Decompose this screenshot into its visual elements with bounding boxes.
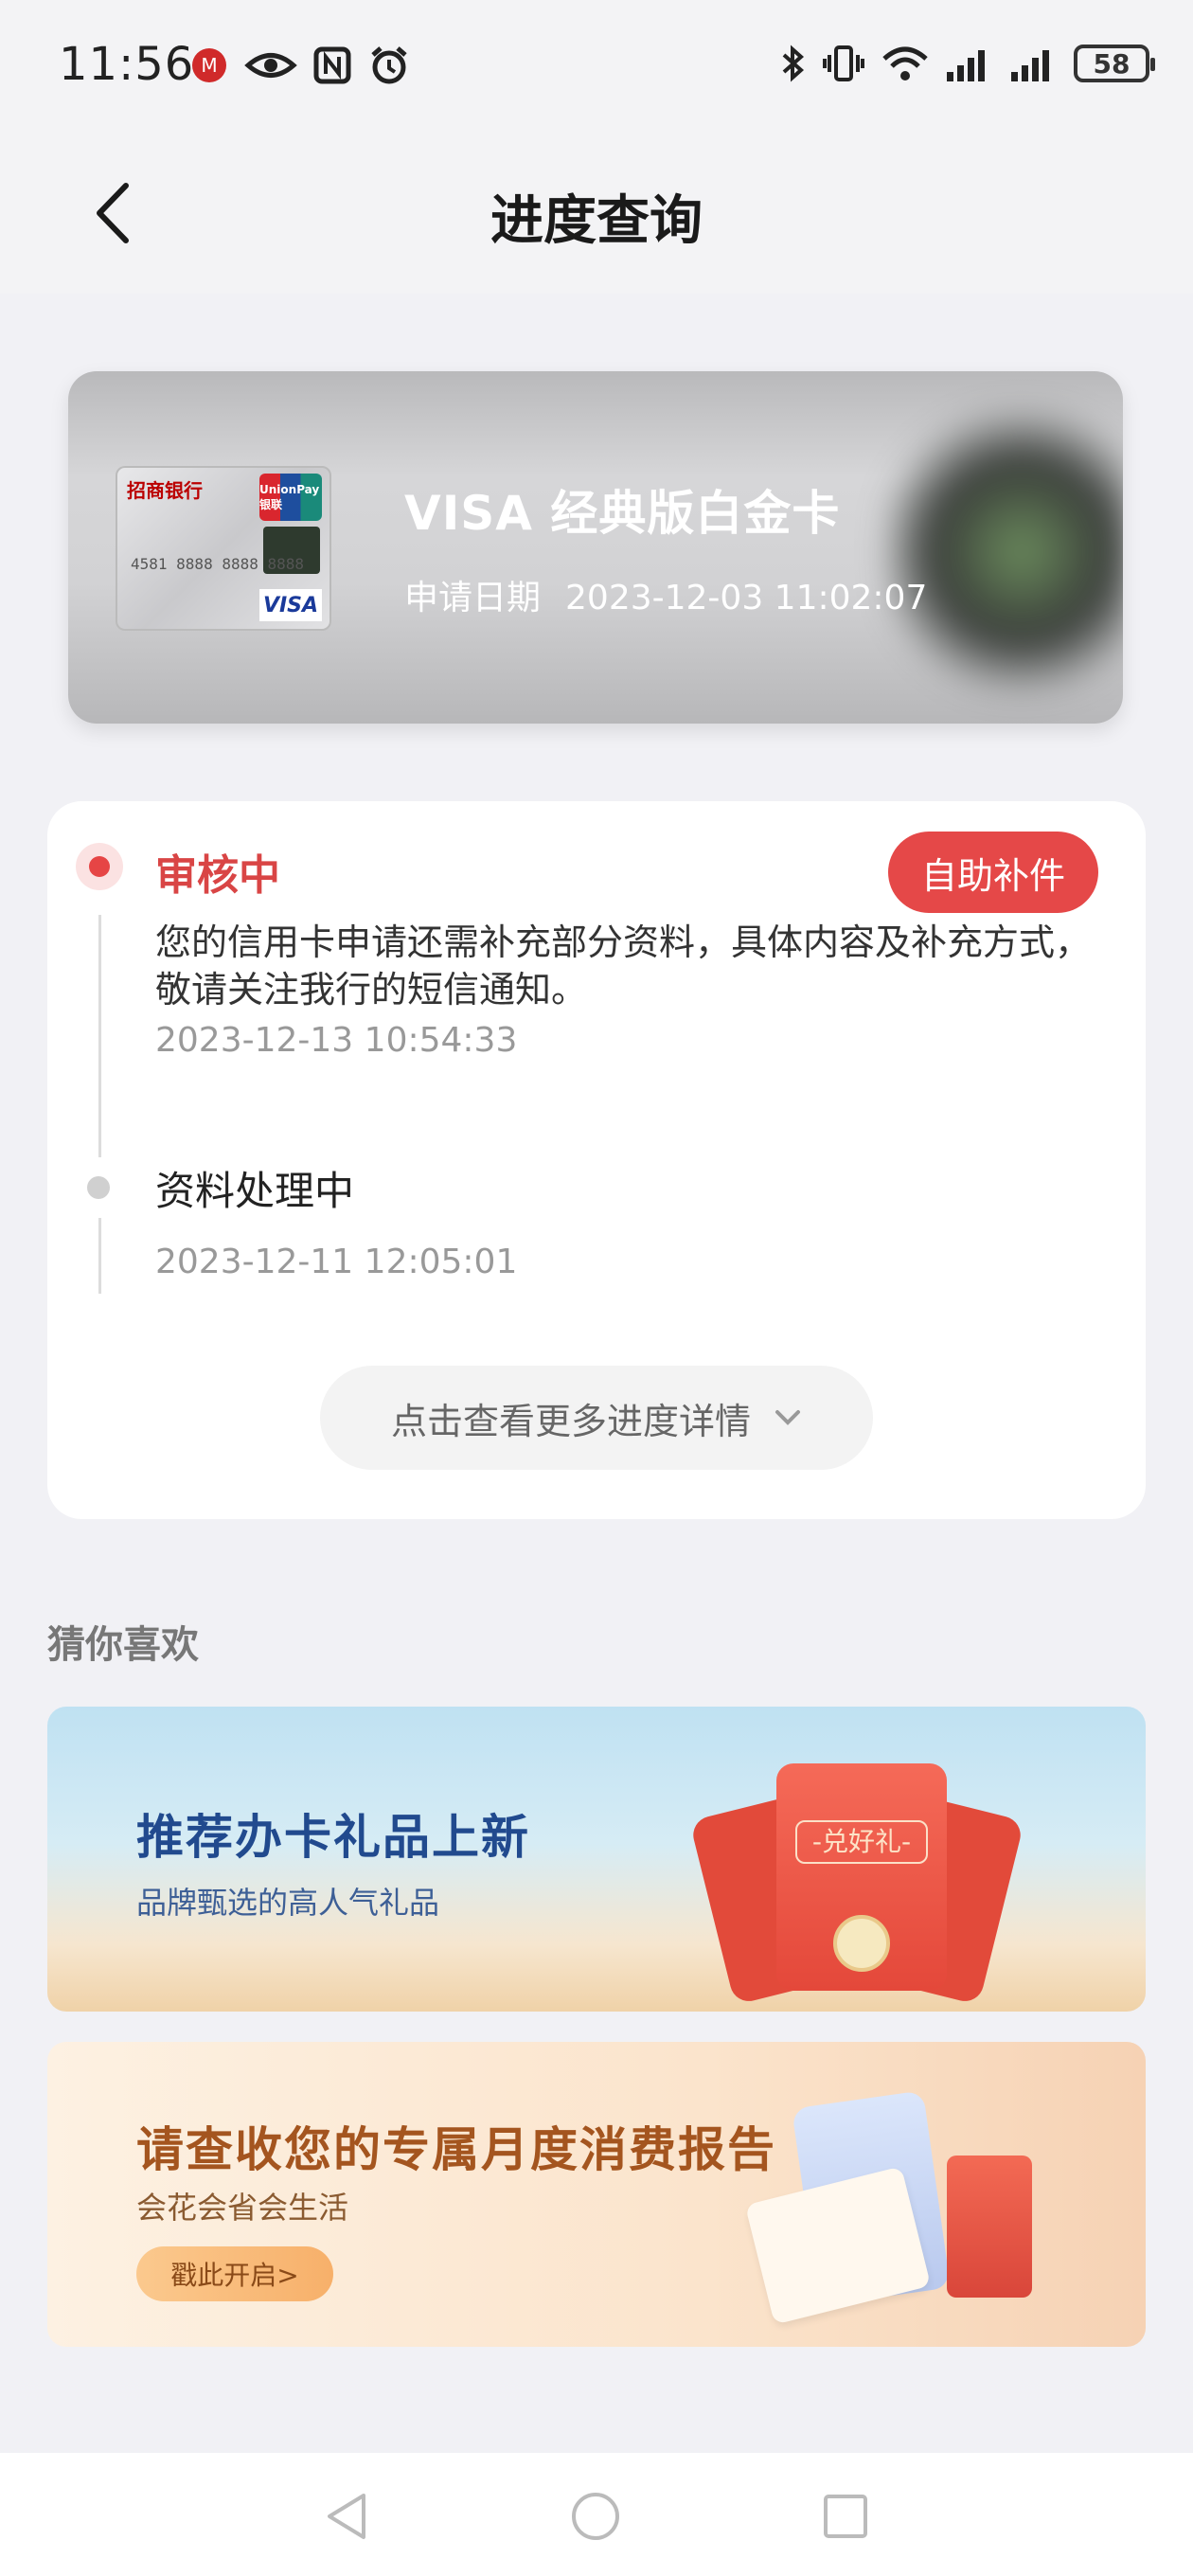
page-title: 进度查询 (490, 190, 703, 252)
card-name: VISA 经典版白金卡 (404, 486, 841, 541)
battery-level: 58 (1093, 47, 1131, 80)
open-report-button[interactable]: 戳此开启> (136, 2246, 333, 2301)
self-service-supplement-button[interactable]: 自助补件 (888, 832, 1098, 913)
banner-subtitle: 品牌甄选的高人气礼品 (136, 1885, 440, 1921)
chevron-down-icon (775, 1410, 800, 1425)
credit-card-image: 招商银行 UnionPay 银联 4581 8888 8888 8888 VIS… (116, 466, 331, 631)
bank-logo: 招商银行 (127, 479, 203, 502)
circle-home-icon (572, 2493, 619, 2540)
triangle-back-icon (328, 2494, 365, 2539)
step-status: 审核中 (155, 851, 280, 900)
signal-icon (1011, 50, 1049, 81)
status-bar: 11:56 M 58 (0, 0, 1193, 133)
bluetooth-icon (782, 45, 805, 82)
eye-icon (244, 53, 297, 78)
red-envelope-illustration (947, 2156, 1032, 2298)
wifi-icon (882, 46, 928, 80)
timeline-line (98, 915, 101, 1157)
apply-date-row: 申请日期 2023-12-03 11:02:07 (404, 570, 952, 619)
battery-indicator: 58 (1074, 45, 1155, 82)
status-time: 11:56 (59, 38, 195, 91)
nav-home-button[interactable] (562, 2483, 629, 2549)
step-status: 资料处理中 (155, 1168, 355, 1214)
red-envelope-illustration: -兑好礼- (689, 1763, 1024, 2006)
step-time: 2023-12-13 10:54:33 (155, 1021, 518, 1060)
system-nav-bar (0, 2453, 1193, 2576)
section-title: 猜你喜欢 (47, 1623, 199, 1667)
card-summary: 招商银行 UnionPay 银联 4581 8888 8888 8888 VIS… (68, 371, 1123, 724)
progress-card: 审核中 自助补件 您的信用卡申请还需补充部分资料，具体内容及补充方式，敬请关注我… (47, 801, 1146, 1519)
nav-recents-button[interactable] (812, 2483, 879, 2549)
timeline-line (98, 1218, 101, 1294)
cmb-app-icon: M (192, 48, 226, 82)
square-recents-icon (824, 2495, 867, 2538)
envelope-badge: -兑好礼- (795, 1820, 928, 1864)
view-more-progress-button[interactable]: 点击查看更多进度详情 (320, 1366, 873, 1470)
signal-icon (947, 50, 985, 81)
banner-title: 推荐办卡礼品上新 (136, 1809, 530, 1865)
card-background-blur (886, 409, 1123, 693)
header: 进度查询 (0, 133, 1193, 294)
nav-back-button[interactable] (312, 2483, 379, 2549)
svg-text:M: M (201, 54, 217, 77)
banner-subtitle: 会花会省会生活 (136, 2190, 349, 2226)
apply-date-value: 2023-12-03 11:02:07 (565, 579, 928, 617)
banner-title: 请查收您的专属月度消费报告 (136, 2121, 776, 2177)
step-description: 您的信用卡申请还需补充部分资料，具体内容及补充方式，敬请关注我行的短信通知。 (155, 921, 1092, 1011)
vibrate-icon (823, 45, 864, 81)
nfc-icon (313, 46, 351, 84)
timeline-dot (87, 1176, 110, 1199)
card-number: 4581 8888 8888 8888 (131, 555, 305, 573)
unionpay-logo: UnionPay 银联 (259, 474, 322, 521)
view-more-label: 点击查看更多进度详情 (390, 1400, 751, 1442)
monthly-report-banner[interactable]: 请查收您的专属月度消费报告 会花会省会生活 戳此开启> (47, 2042, 1146, 2347)
visa-logo: VISA (259, 589, 322, 621)
apply-date-label: 申请日期 (404, 579, 542, 617)
gift-promo-banner[interactable]: 推荐办卡礼品上新 品牌甄选的高人气礼品 -兑好礼- (47, 1707, 1146, 2012)
step-time: 2023-12-11 12:05:01 (155, 1243, 518, 1281)
receipt-illustration (744, 2166, 932, 2325)
alarm-icon (371, 46, 407, 84)
timeline-dot-active (76, 843, 123, 890)
